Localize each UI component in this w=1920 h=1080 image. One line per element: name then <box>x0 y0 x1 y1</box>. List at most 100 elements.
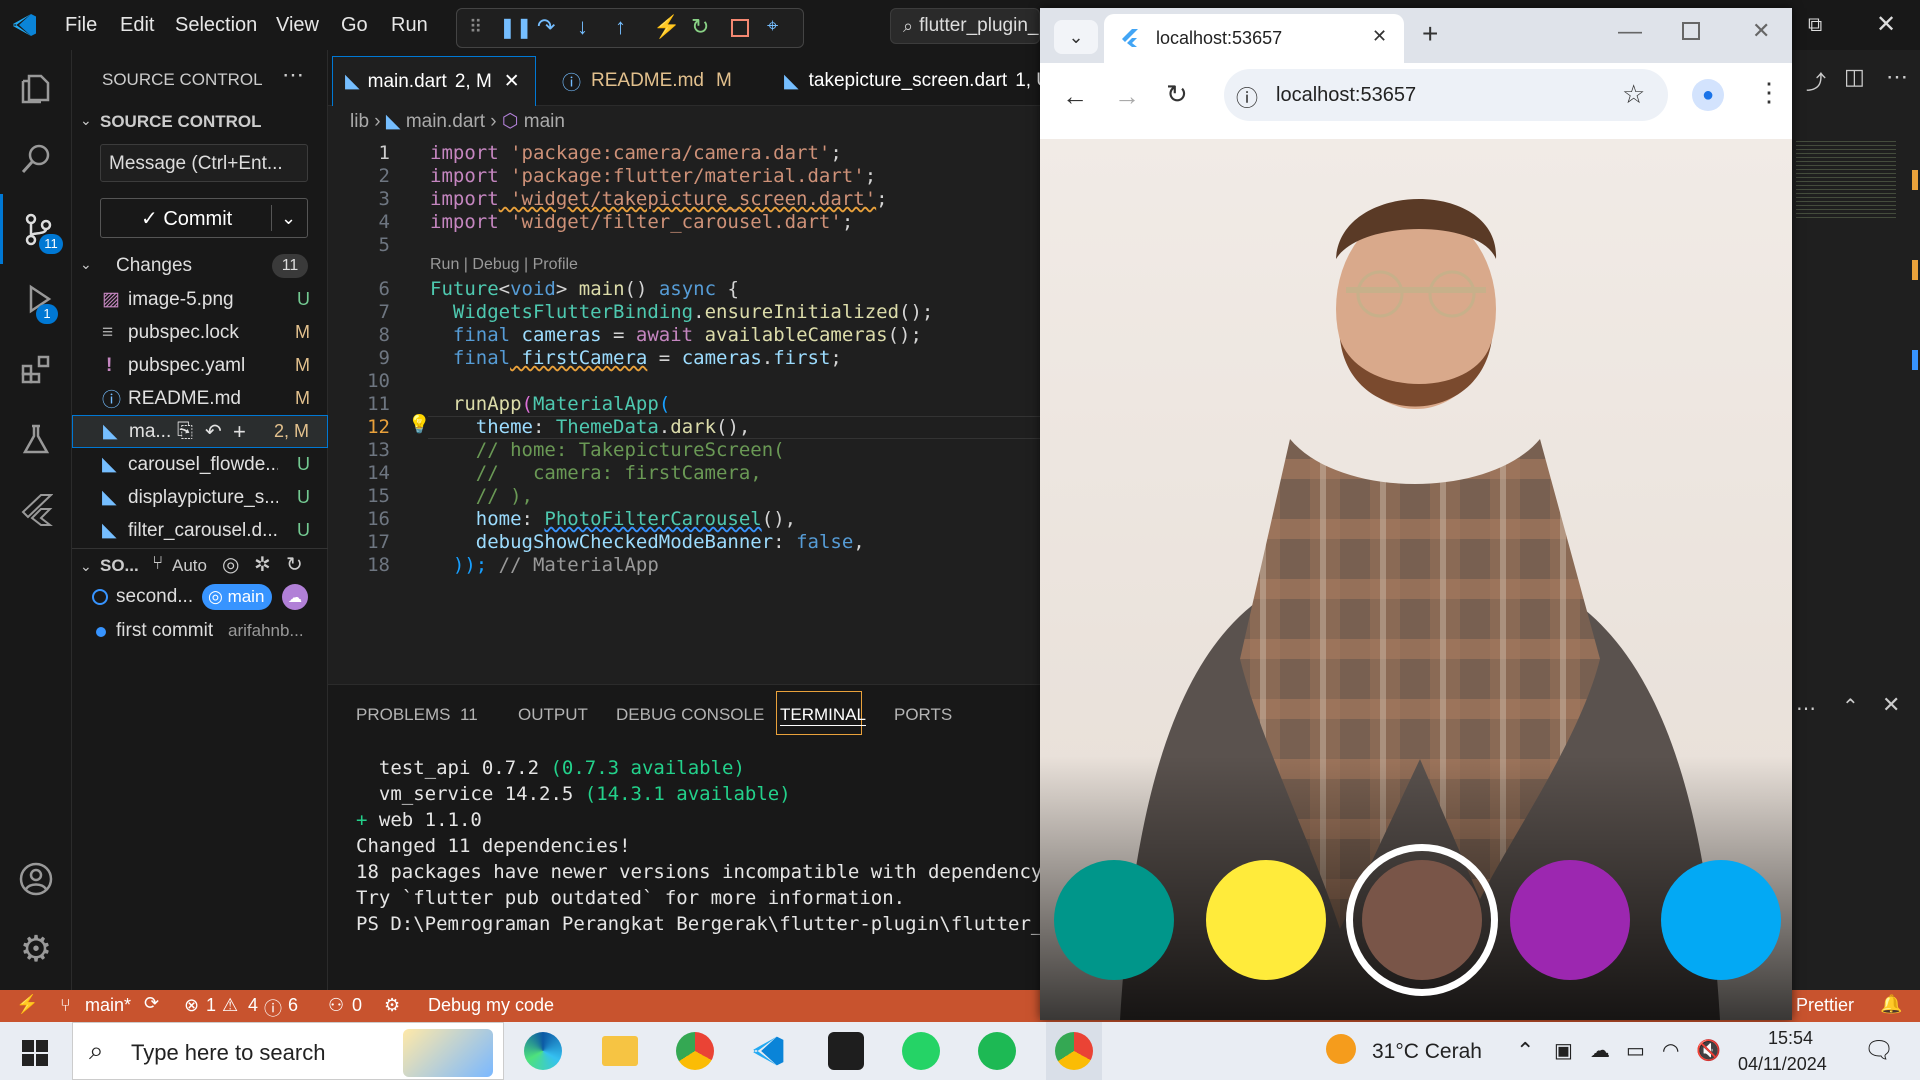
commit-button[interactable]: ✓ Commit ⌄ <box>100 198 308 238</box>
list-item[interactable]: ◣ carousel_flowde... U <box>72 448 328 481</box>
discard-changes-icon[interactable]: ↶ <box>205 419 222 444</box>
errors-count[interactable]: 1 <box>206 995 216 1016</box>
timeline-icon[interactable]: ⤴ <box>1806 66 1826 95</box>
weather-text[interactable]: 31°C Cerah <box>1372 1040 1482 1064</box>
clock-date[interactable]: 04/11/2024 <box>1738 1054 1827 1075</box>
code-editor[interactable]: lib › ◣ main.dart › ⬡ main 1 2 3 4 5 6 7… <box>328 106 1040 684</box>
tray-chevron-icon[interactable]: ⌃ <box>1516 1038 1534 1064</box>
vscode-taskbar-icon[interactable] <box>752 1034 786 1068</box>
restore-window-icon[interactable]: ⧉ <box>1808 14 1822 37</box>
chrome-profile-icon[interactable] <box>676 1032 714 1070</box>
address-bar[interactable]: ⓘ localhost:53657 ☆ <box>1224 69 1668 121</box>
drag-handle-icon[interactable]: ⠿ <box>469 17 482 38</box>
tab-readme[interactable]: ⓘ README.md M <box>550 56 760 106</box>
tab-main-dart[interactable]: ◣ main.dart 2, M ✕ <box>332 56 536 106</box>
commit-dropdown-icon[interactable]: ⌄ <box>281 208 296 229</box>
windows-start-icon[interactable] <box>22 1040 48 1066</box>
list-item[interactable]: ◣ filter_carousel.d... U <box>72 514 328 547</box>
filter-swatch-brown[interactable] <box>1362 860 1482 980</box>
chevron-down-icon[interactable]: ⌄ <box>80 558 92 575</box>
explorer-icon[interactable] <box>0 54 72 124</box>
profile-avatar-icon[interactable]: ● <box>1692 79 1724 111</box>
forward-icon[interactable]: → <box>1114 81 1140 112</box>
debug-config[interactable]: Debug my code <box>428 995 554 1016</box>
breadcrumb-file[interactable]: main.dart <box>406 111 485 132</box>
target-icon[interactable]: ◎ <box>222 552 239 577</box>
pause-icon[interactable]: ❚❚ <box>499 15 533 40</box>
open-file-icon[interactable]: ⎘ <box>177 420 193 443</box>
source-control-icon[interactable]: 11 <box>0 194 72 264</box>
list-item-selected[interactable]: ◣ ma... ⎘ ↶ +2, M <box>72 415 328 448</box>
remote-icon[interactable]: ⚡ <box>16 994 38 1015</box>
tab-ports[interactable]: PORTS <box>894 705 952 725</box>
url-text[interactable]: localhost:53657 <box>1276 84 1416 107</box>
terminal-prompt[interactable]: PS D:\Pemrograman Perangkat Bergerak\flu… <box>356 913 1065 935</box>
notifications-icon[interactable]: 🗨 <box>1864 1036 1894 1065</box>
stop-icon[interactable] <box>731 19 749 37</box>
filter-swatch-blue[interactable] <box>1661 860 1781 980</box>
spotify-icon[interactable] <box>978 1032 1016 1070</box>
auto-label[interactable]: Auto <box>172 556 207 576</box>
menu-view[interactable]: View <box>276 14 319 37</box>
list-item[interactable]: ◣ displaypicture_s... U <box>72 481 328 514</box>
graph-section-title[interactable]: SO... <box>100 556 139 576</box>
testing-icon[interactable] <box>0 404 72 474</box>
breadcrumb-folder[interactable]: lib <box>350 111 369 132</box>
taskbar-search[interactable]: ⌕ Type here to search <box>72 1022 504 1080</box>
tab-takepicture[interactable]: ◣ takepicture_screen.dart 1, U <box>772 56 1040 106</box>
changes-label[interactable]: Changes <box>116 255 192 277</box>
close-window-icon[interactable]: ✕ <box>1876 10 1896 39</box>
back-icon[interactable]: ← <box>1062 81 1088 112</box>
command-center[interactable]: ⌕ flutter_plugin_ <box>890 8 1040 44</box>
clock-time[interactable]: 15:54 <box>1768 1028 1813 1049</box>
menu-selection[interactable]: Selection <box>175 14 257 37</box>
hot-reload-icon[interactable]: ⚡ <box>653 14 680 40</box>
commit-message-input[interactable]: Message (Ctrl+Ent... <box>100 144 308 182</box>
branch-name[interactable]: main* <box>85 995 131 1016</box>
bell-icon[interactable]: 🔔 <box>1880 994 1902 1015</box>
more-actions-icon[interactable]: ⋯ <box>1796 696 1816 721</box>
sync-icon[interactable]: ⟳ <box>144 993 159 1014</box>
chevron-down-icon[interactable]: ⌄ <box>80 112 92 129</box>
wifi-icon[interactable]: ◠ <box>1662 1038 1679 1063</box>
commit-row[interactable]: second... ◎ main ☁ <box>72 580 328 614</box>
codelens[interactable]: Run | Debug | Profile <box>430 256 578 274</box>
prettier-status[interactable]: Prettier <box>1796 995 1854 1016</box>
more-actions-icon[interactable]: ⋯ <box>1886 64 1908 90</box>
browser-menu-icon[interactable]: ⋮ <box>1756 77 1782 108</box>
reload-icon[interactable]: ↻ <box>1166 79 1188 110</box>
extensions-icon[interactable] <box>0 334 72 404</box>
commit-row[interactable]: first commit arifahnb... <box>72 614 328 648</box>
chrome-active-tile[interactable] <box>1046 1022 1102 1080</box>
new-tab-icon[interactable]: + <box>1422 18 1438 50</box>
filter-swatch-teal[interactable] <box>1054 860 1174 980</box>
list-item[interactable]: ≡ pubspec.lock M <box>72 316 328 349</box>
search-activity-icon[interactable] <box>0 124 72 194</box>
fetch-icon[interactable]: ✲ <box>254 552 271 577</box>
onedrive-icon[interactable]: ☁ <box>1590 1038 1610 1063</box>
ports-count[interactable]: 0 <box>352 995 362 1016</box>
breadcrumb-symbol[interactable]: main <box>524 111 565 132</box>
menu-run[interactable]: Run <box>391 14 428 37</box>
step-out-icon[interactable]: ↑ <box>615 14 626 40</box>
minimap[interactable] <box>1796 138 1896 218</box>
filter-swatch-yellow[interactable] <box>1206 860 1326 980</box>
close-window-icon[interactable]: ✕ <box>1752 18 1770 44</box>
infos-count[interactable]: 6 <box>288 995 298 1016</box>
volume-muted-icon[interactable]: 🔇 <box>1696 1038 1721 1063</box>
figma-icon[interactable] <box>828 1032 864 1070</box>
accounts-icon[interactable] <box>0 844 72 914</box>
close-tab-icon[interactable]: ✕ <box>1372 26 1387 47</box>
tab-terminal[interactable]: TERMINAL <box>780 705 866 726</box>
browser-tab[interactable]: localhost:53657 ✕ <box>1104 14 1404 63</box>
stage-changes-icon[interactable]: + <box>233 419 246 445</box>
tab-output[interactable]: OUTPUT <box>518 705 588 725</box>
more-actions-icon[interactable]: ⋯ <box>282 62 304 88</box>
site-info-icon[interactable]: ⓘ <box>1236 81 1258 113</box>
file-explorer-icon[interactable] <box>602 1036 638 1066</box>
list-item[interactable]: ! pubspec.yaml M <box>72 349 328 382</box>
inspect-icon[interactable]: ⌖ <box>767 15 778 38</box>
meet-icon[interactable]: ▣ <box>1554 1038 1573 1063</box>
menu-edit[interactable]: Edit <box>120 14 154 37</box>
split-editor-icon[interactable]: ◫ <box>1844 64 1865 90</box>
